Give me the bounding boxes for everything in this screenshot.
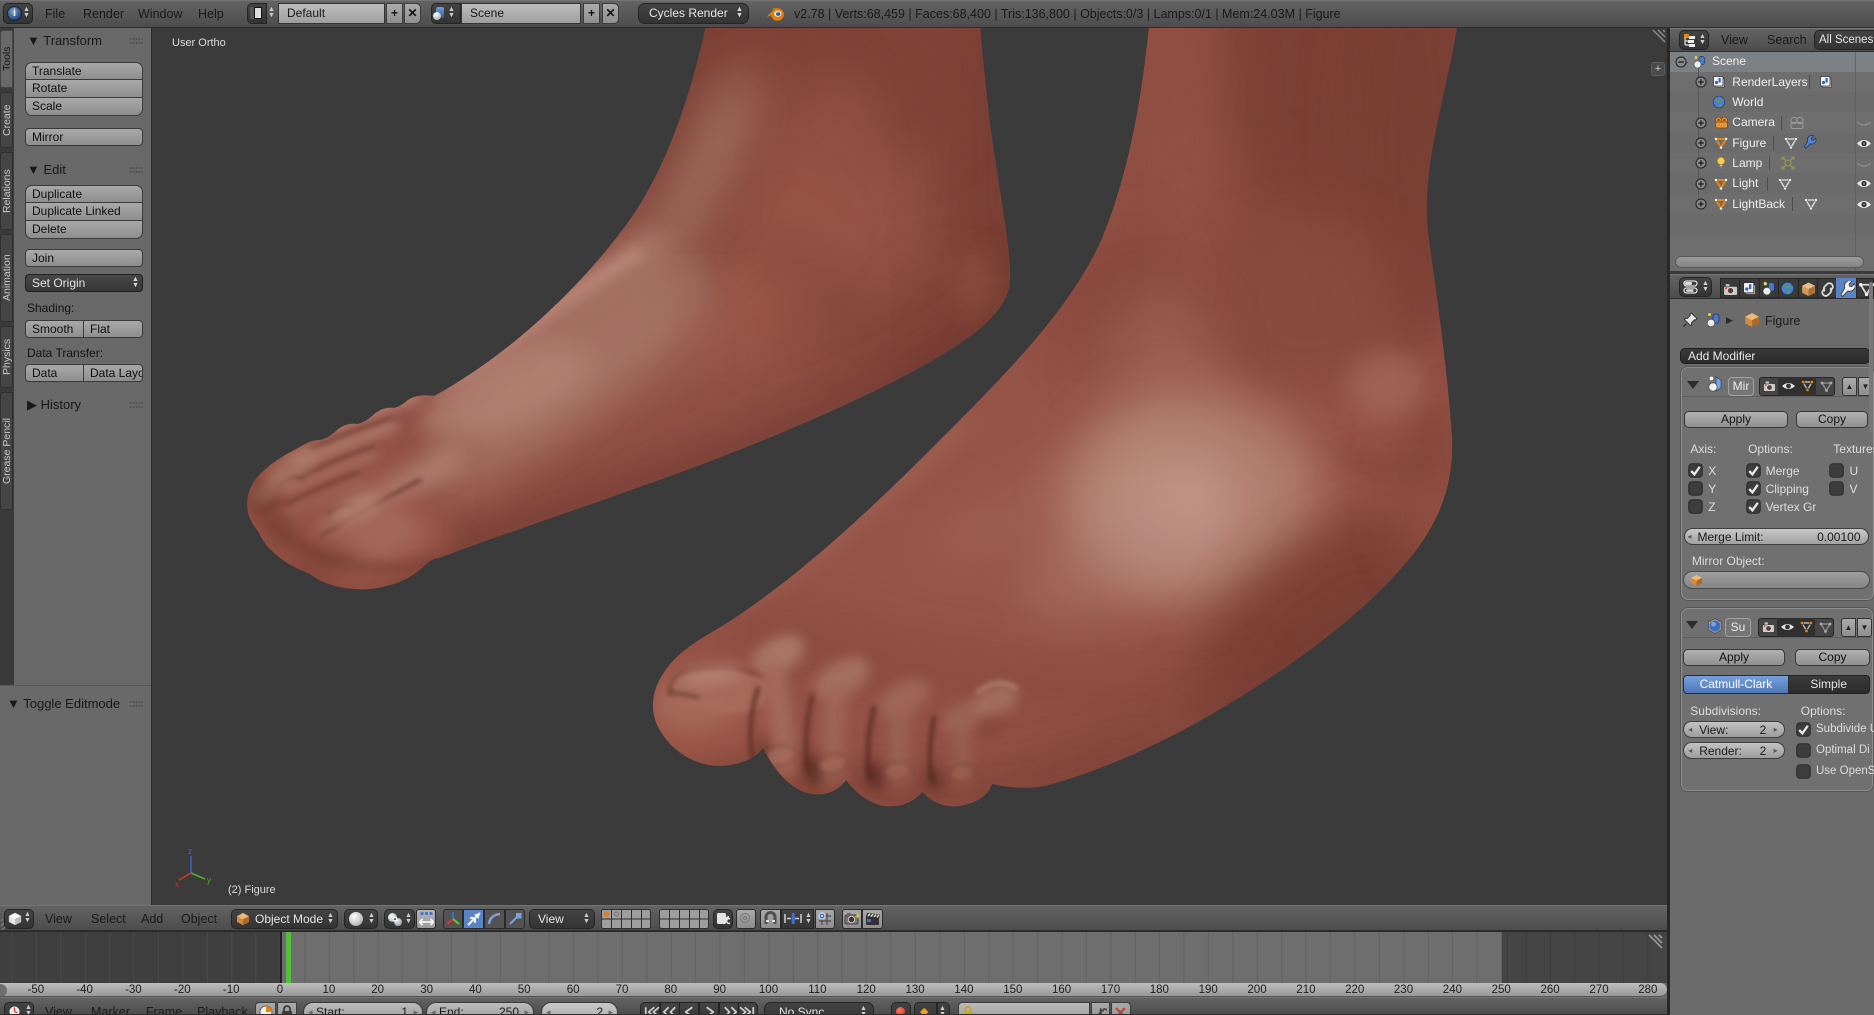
svg-text:z: z [188, 847, 192, 856]
svg-text:y: y [207, 876, 211, 885]
svg-text:x: x [175, 880, 179, 888]
